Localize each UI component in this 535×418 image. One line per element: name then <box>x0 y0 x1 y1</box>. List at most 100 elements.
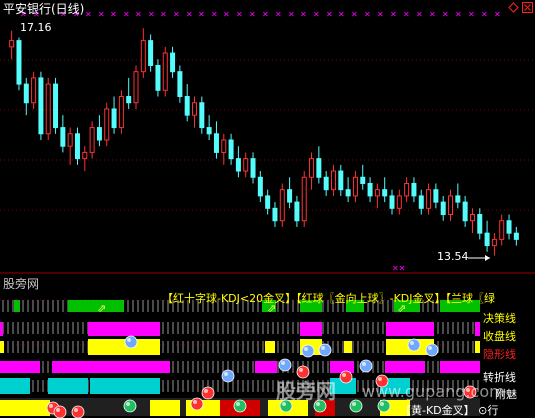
indicator-stripe <box>187 380 189 392</box>
indicator-stripe <box>22 322 24 334</box>
signal-x-mark: ✕ <box>236 10 243 19</box>
red-ball-icon <box>53 405 67 418</box>
signal-x-mark: ✕ <box>377 10 384 19</box>
candle-body <box>257 176 263 197</box>
extra-line-segment <box>0 400 50 416</box>
indicator-stripe <box>217 341 219 353</box>
indicator-stripe <box>22 341 24 353</box>
low-pointer-arrowhead <box>485 255 490 261</box>
blue-ball-icon-highlight <box>304 347 308 351</box>
indicator-stripe <box>57 341 59 353</box>
indicator-stripe <box>382 361 384 373</box>
signal-x-mark: ✕ <box>313 10 320 19</box>
indicator-stripe <box>27 300 29 312</box>
signal-x-mark: ✕ <box>403 10 410 19</box>
candle-body <box>294 201 300 222</box>
window-control-restore-icon[interactable] <box>508 2 519 13</box>
signal-x-mark: ✕ <box>173 10 180 19</box>
indicator-stripe <box>277 361 279 373</box>
indicator-stripe <box>447 341 449 353</box>
indicator-stripe <box>212 322 214 334</box>
legend-item-red-cross: 【红十字球-KDJ<20金叉】 <box>162 292 297 305</box>
indicator-stripe <box>237 341 239 353</box>
candle-body <box>162 52 168 91</box>
green-ball-icon-highlight <box>352 402 356 406</box>
indicator-stripe <box>177 322 179 334</box>
indicator-stripe <box>177 380 179 392</box>
green-ball-icon <box>123 399 137 413</box>
indicator-stripe <box>367 341 369 353</box>
indicator-stripe <box>172 380 174 392</box>
candle-body <box>345 189 351 197</box>
indicator-stripe <box>52 322 54 334</box>
candle-body <box>235 158 241 172</box>
candle-body <box>433 189 439 203</box>
chart-title: 平安银行(日线) <box>3 2 85 16</box>
signal-x-mark: ✕ <box>326 10 333 19</box>
green-ball-icon <box>377 399 391 413</box>
indicator-stripe <box>57 300 59 312</box>
indicator-stripe <box>447 322 449 334</box>
indicator-stripe <box>157 300 159 312</box>
indicator-stripe <box>442 322 444 334</box>
candle-body <box>440 201 446 216</box>
indicator-stripe <box>187 341 189 353</box>
indicator-stripe <box>452 322 454 334</box>
indicator-stripe <box>242 322 244 334</box>
indicator-stripe <box>382 341 384 353</box>
indicator-stripe <box>232 380 234 392</box>
candlestick-series <box>9 28 519 256</box>
candle-body <box>287 189 293 203</box>
indicator-stripe <box>262 322 264 334</box>
indicator-stripe <box>357 341 359 353</box>
green-ball-icon-highlight <box>126 402 130 406</box>
signal-x-mark: ✕ <box>85 10 92 19</box>
red-ball-icon <box>71 405 85 418</box>
indicator-stripe <box>382 322 384 334</box>
signal-x-mark: ✕ <box>288 10 295 19</box>
indicator-stripe <box>2 300 4 312</box>
indicator-stripe <box>137 300 139 312</box>
signal-x-mark: ✕ <box>351 10 358 19</box>
indicator-stripe <box>37 341 39 353</box>
indicator-stripe <box>207 361 209 373</box>
close-line-segment <box>475 322 480 336</box>
indicator-stripe <box>162 341 164 353</box>
indicator-stripe <box>372 322 374 334</box>
indicator-stripe <box>202 341 204 353</box>
indicator-stripe <box>42 380 44 392</box>
indicator-stripe <box>172 322 174 334</box>
indicator-stripe <box>282 322 284 334</box>
indicator-stripe <box>172 361 174 373</box>
red-ball-icon-highlight <box>378 377 382 381</box>
indicator-stripe <box>37 322 39 334</box>
candle-body <box>448 195 454 216</box>
indicator-stripe <box>337 322 339 334</box>
blue-ball-icon <box>124 335 138 349</box>
candle-body <box>374 189 380 197</box>
candle-body <box>82 151 88 160</box>
indicator-stripe <box>362 322 364 334</box>
window-control-close-icon[interactable] <box>522 2 533 13</box>
indicator-stripe <box>187 322 189 334</box>
indicator-stripe <box>37 380 39 392</box>
red-ball-icon-highlight <box>342 373 346 377</box>
hidden-line-bar <box>52 361 100 373</box>
indicator-stripe <box>172 341 174 353</box>
signal-x-mark: ✕ <box>110 10 117 19</box>
red-ball-icon-highlight <box>193 400 197 404</box>
candle-body <box>199 102 205 129</box>
indicator-stripe <box>152 300 154 312</box>
red-ball-icon-highlight <box>56 408 60 412</box>
blue-ball-icon-highlight <box>428 346 432 350</box>
signal-x-mark: ✕ <box>455 10 462 19</box>
indicator-stripe <box>47 361 49 373</box>
candle-body <box>31 77 37 104</box>
green-ball-icon <box>233 399 247 413</box>
indicator-stripe <box>342 322 344 334</box>
candle-body <box>45 83 51 135</box>
indicator-stripe <box>167 322 169 334</box>
blue-ball-icon <box>359 359 373 373</box>
indicator-stripe <box>297 341 299 353</box>
indicator-stripe <box>357 380 359 392</box>
